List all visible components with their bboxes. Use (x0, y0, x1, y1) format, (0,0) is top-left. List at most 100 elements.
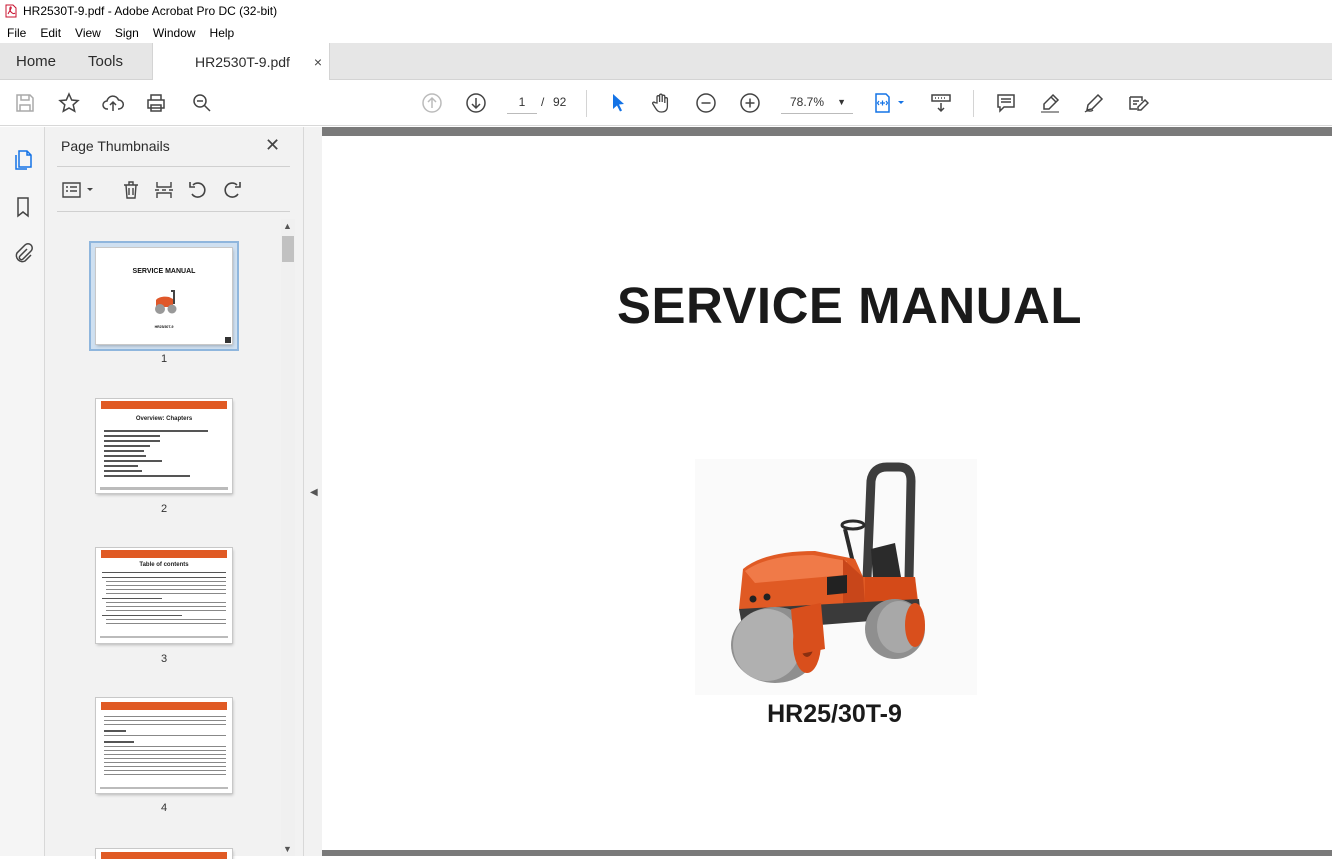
menu-window[interactable]: Window (146, 26, 203, 40)
tab-close-button[interactable]: × (314, 54, 322, 70)
star-icon[interactable] (57, 91, 81, 115)
document-title: SERVICE MANUAL (616, 277, 1083, 334)
save-icon[interactable] (13, 91, 37, 115)
thumbnail-header-bar (101, 401, 227, 409)
thumbnail-page-1[interactable]: SERVICE MANUAL HR25/30T-9 (89, 241, 239, 351)
insert-page-icon[interactable] (153, 179, 175, 201)
menu-sign[interactable]: Sign (108, 26, 146, 40)
upload-icon[interactable] (101, 91, 125, 115)
page-separator: / (541, 95, 545, 109)
panel-title: Page Thumbnails (61, 138, 170, 154)
page-thumbnails-icon[interactable] (11, 148, 35, 172)
thumbnail-header-bar (101, 702, 227, 710)
thumbnail-text-line (104, 724, 226, 725)
fill-sign-icon[interactable] (1126, 91, 1150, 115)
tab-document[interactable]: HR2530T-9.pdf × (152, 43, 330, 81)
thumbnail-number: 4 (160, 802, 168, 814)
comment-icon[interactable] (994, 91, 1018, 115)
panel-splitter[interactable]: ◀ (303, 127, 322, 856)
hand-icon[interactable] (650, 91, 674, 115)
bookmark-icon[interactable] (11, 195, 35, 219)
thumbnail-text-line (106, 623, 226, 624)
thumbnail-number: 1 (160, 353, 168, 365)
thumbnail-resize-handle[interactable] (225, 337, 231, 343)
rotate-right-icon[interactable] (221, 179, 243, 201)
thumbnail-footer-bar (100, 487, 228, 490)
thumbnail-text-line (104, 746, 226, 747)
thumbnails-panel: Page Thumbnails ✕ SERVICE MANUAL HR25/30… (45, 127, 303, 859)
zoom-level-select[interactable]: 78.7% ▼ (781, 90, 853, 114)
thumbnail-image: SERVICE MANUAL HR25/30T-9 (96, 248, 232, 344)
rotate-left-icon[interactable] (187, 179, 209, 201)
pdf-page: SERVICE MANUAL HR25/30T-9 (322, 136, 1332, 850)
title-bar: HR2530T-9.pdf - Adobe Acrobat Pro DC (32… (0, 0, 1332, 22)
fit-page-icon[interactable] (872, 91, 908, 115)
roller-thumbnail-image (155, 290, 177, 314)
page-up-icon[interactable] (420, 91, 444, 115)
scroll-up-icon[interactable]: ▲ (283, 221, 292, 231)
zoom-in-icon[interactable] (738, 91, 762, 115)
total-pages: 92 (553, 95, 567, 109)
thumbnail-text-line (104, 758, 226, 759)
tandem-roller-image (695, 459, 977, 695)
thumbnail-title: SERVICE MANUAL (132, 268, 196, 275)
thumbnail-text-line (104, 470, 142, 472)
select-cursor-icon[interactable] (606, 91, 630, 115)
thumbnail-options-icon[interactable] (61, 179, 97, 201)
tab-bar: Home Tools HR2530T-9.pdf × (0, 43, 1332, 81)
toolbar-divider (586, 90, 587, 117)
thumbnail-text-line (104, 750, 226, 751)
current-page-input[interactable]: 1 (507, 90, 537, 114)
thumbnail-footer-bar (100, 787, 228, 789)
thumbnail-text-line (104, 450, 144, 452)
search-icon[interactable] (190, 91, 214, 115)
print-icon[interactable] (144, 91, 168, 115)
thumbnail-text-line (106, 589, 226, 590)
menu-view[interactable]: View (68, 26, 108, 40)
thumbnail-text-line (104, 741, 134, 743)
thumbnail-text-line (104, 475, 190, 477)
thumbnail-page-2[interactable]: Overview: Chapters (96, 399, 232, 493)
scrollbar-thumb[interactable] (282, 236, 294, 262)
thumbnail-page-4[interactable] (96, 698, 232, 793)
thumbnail-text-line (102, 577, 226, 578)
collapse-panel-icon[interactable]: ◀ (310, 487, 318, 498)
thumbnail-text-line (104, 430, 208, 432)
scroll-down-icon[interactable]: ▼ (283, 844, 292, 854)
thumbnail-text-line (106, 593, 226, 594)
thumbnail-text-line (104, 735, 226, 736)
menu-help[interactable]: Help (203, 26, 242, 40)
attachment-icon[interactable] (11, 241, 35, 265)
thumbnail-text-line (104, 754, 226, 755)
close-panel-button[interactable]: ✕ (265, 135, 280, 156)
thumbnail-text-line (104, 774, 226, 775)
delete-page-icon[interactable] (120, 179, 142, 201)
menu-file[interactable]: File (0, 26, 33, 40)
thumbnail-scrollbar[interactable]: ▲ ▼ (281, 219, 295, 856)
document-model: HR25/30T-9 (767, 700, 902, 728)
thumbnail-text-line (104, 720, 226, 721)
thumbnail-page-5[interactable] (96, 849, 232, 859)
tab-tools[interactable]: Tools (88, 43, 123, 80)
thumbnail-text-line (102, 572, 226, 573)
thumbnail-text-line (104, 445, 150, 447)
thumbnail-text-line (104, 465, 138, 467)
thumbnail-title: Overview: Chapters (135, 416, 193, 422)
page-down-icon[interactable] (464, 91, 488, 115)
thumbnail-text-line (106, 610, 226, 611)
thumbnail-text-line (106, 606, 226, 607)
tab-home[interactable]: Home (16, 43, 56, 80)
thumbnail-page-3[interactable]: Table of contents (96, 548, 232, 643)
tab-document-label: HR2530T-9.pdf (195, 54, 290, 70)
highlight-icon[interactable] (1038, 91, 1062, 115)
thumbnail-text-line (102, 598, 162, 599)
thumbnail-caption: HR25/30T-9 (154, 325, 174, 329)
thumbnail-text-line (106, 585, 226, 586)
zoom-out-icon[interactable] (694, 91, 718, 115)
menu-edit[interactable]: Edit (33, 26, 68, 40)
thumbnail-text-line (104, 460, 162, 462)
menu-bar: File Edit View Sign Window Help (0, 22, 1332, 43)
document-view: SERVICE MANUAL HR25/30T-9 (322, 127, 1332, 856)
draw-icon[interactable] (1082, 91, 1106, 115)
scroll-mode-icon[interactable] (929, 91, 953, 115)
